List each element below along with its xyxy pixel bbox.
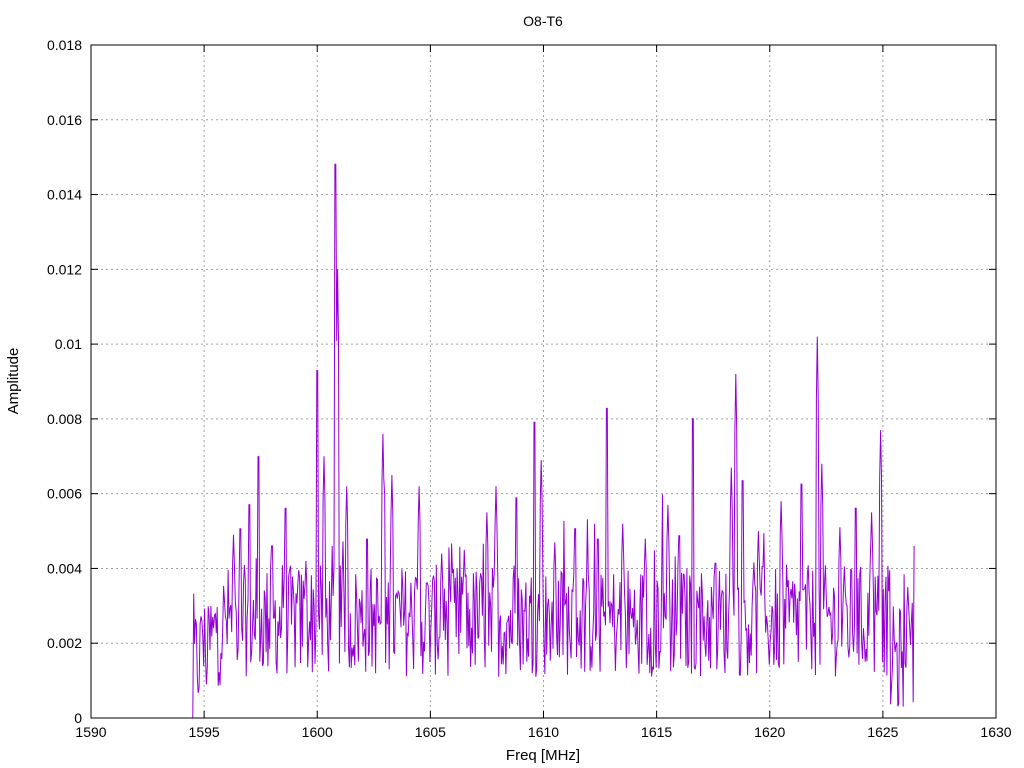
y-tick-label: 0.018 [47, 37, 82, 53]
y-tick-label: 0.006 [47, 486, 82, 502]
y-tick-label: 0.008 [47, 411, 82, 427]
x-tick-label: 1630 [980, 724, 1011, 740]
x-tick-label: 1620 [754, 724, 785, 740]
y-tick-label: 0.004 [47, 560, 82, 576]
chart-title: O8-T6 [523, 13, 563, 29]
y-tick-label: 0.002 [47, 635, 82, 651]
x-tick-label: 1595 [189, 724, 220, 740]
y-tick-label: 0 [74, 710, 82, 726]
x-tick-label: 1610 [528, 724, 559, 740]
y-tick-label: 0.014 [47, 187, 82, 203]
y-tick-label: 0.012 [47, 261, 82, 277]
x-tick-label: 1625 [867, 724, 898, 740]
y-tick-label: 0.01 [55, 336, 82, 352]
chart-canvas: 1590 1595 1600 1605 1610 1615 1620 1625 1630 0 0.… [0, 0, 1024, 768]
x-axis-label: Freq [MHz] [506, 747, 580, 764]
x-tick-label: 1605 [415, 724, 446, 740]
x-tick-label: 1615 [641, 724, 672, 740]
x-tick-labels: 1590 1595 1600 1605 1610 1615 1620 1625 1630 [75, 724, 1011, 740]
x-tick-label: 1590 [75, 724, 106, 740]
chart-background [0, 0, 1024, 768]
y-tick-label: 0.016 [47, 112, 82, 128]
x-tick-label: 1600 [302, 724, 333, 740]
y-axis-label: Amplitude [5, 348, 22, 415]
